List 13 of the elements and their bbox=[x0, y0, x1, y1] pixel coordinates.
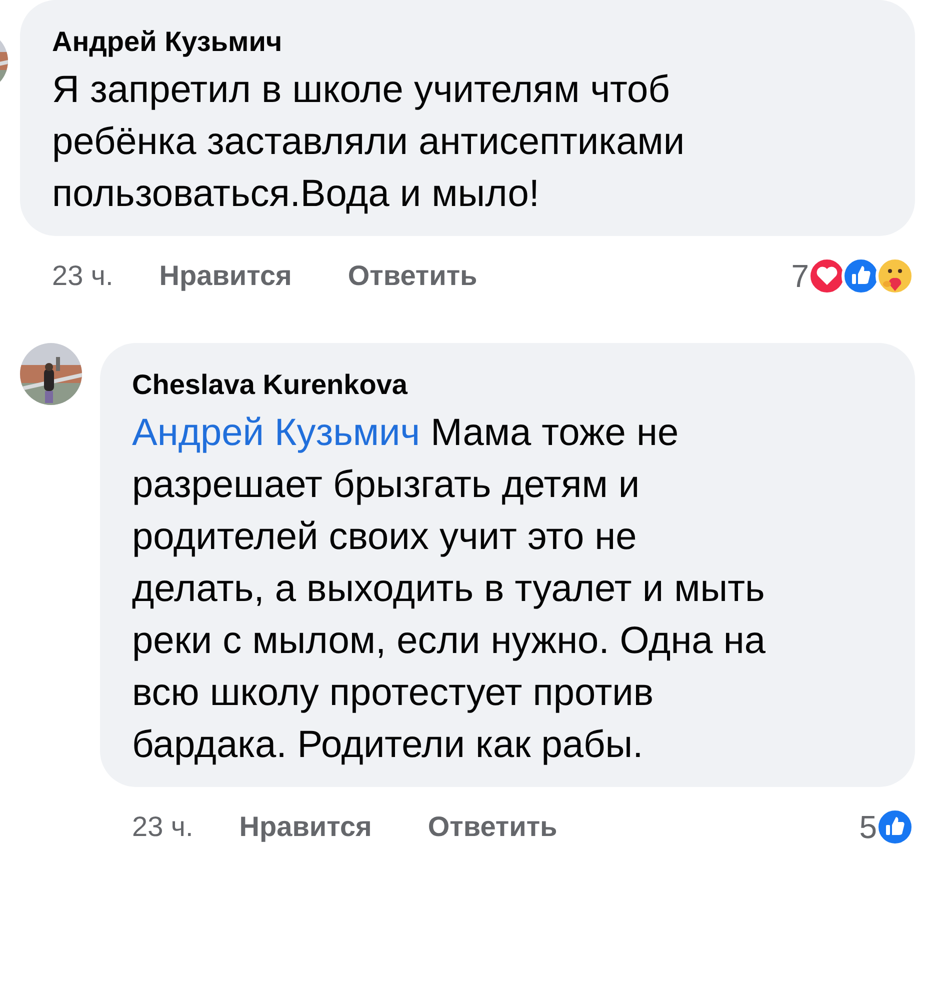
author-name[interactable]: Андрей Кузьмич bbox=[52, 24, 883, 60]
comment-action[interactable]: Нравится bbox=[159, 255, 292, 297]
comment-time: 23 ч. bbox=[132, 810, 194, 844]
comment-action[interactable]: Нравится bbox=[239, 806, 372, 848]
author-name[interactable]: Cheslava Kurenkova bbox=[132, 367, 883, 403]
comment-action[interactable]: Ответить bbox=[428, 806, 558, 848]
comment-text: Я запретил в школе учителям чтоб ребёнка заставляли антисептиками пользоваться.Вода и мыло! bbox=[52, 68, 686, 217]
comment-text: Андрей Кузьмич Мама тоже не разрешает брызгать детям и родителей своих учит это не делать, а выходить в туалет и мыть реки с мылом, если нужно. Одна на всю школу протестует против бардака. Родители как рабы. bbox=[132, 411, 766, 768]
comment-action[interactable]: Ответить bbox=[348, 255, 478, 297]
comment-time: 23 ч. bbox=[52, 259, 114, 293]
reaction-count: 7 bbox=[791, 257, 809, 296]
reaction-count: 5 bbox=[859, 808, 877, 847]
mention-link[interactable]: Андрей Кузьмич bbox=[132, 412, 420, 454]
